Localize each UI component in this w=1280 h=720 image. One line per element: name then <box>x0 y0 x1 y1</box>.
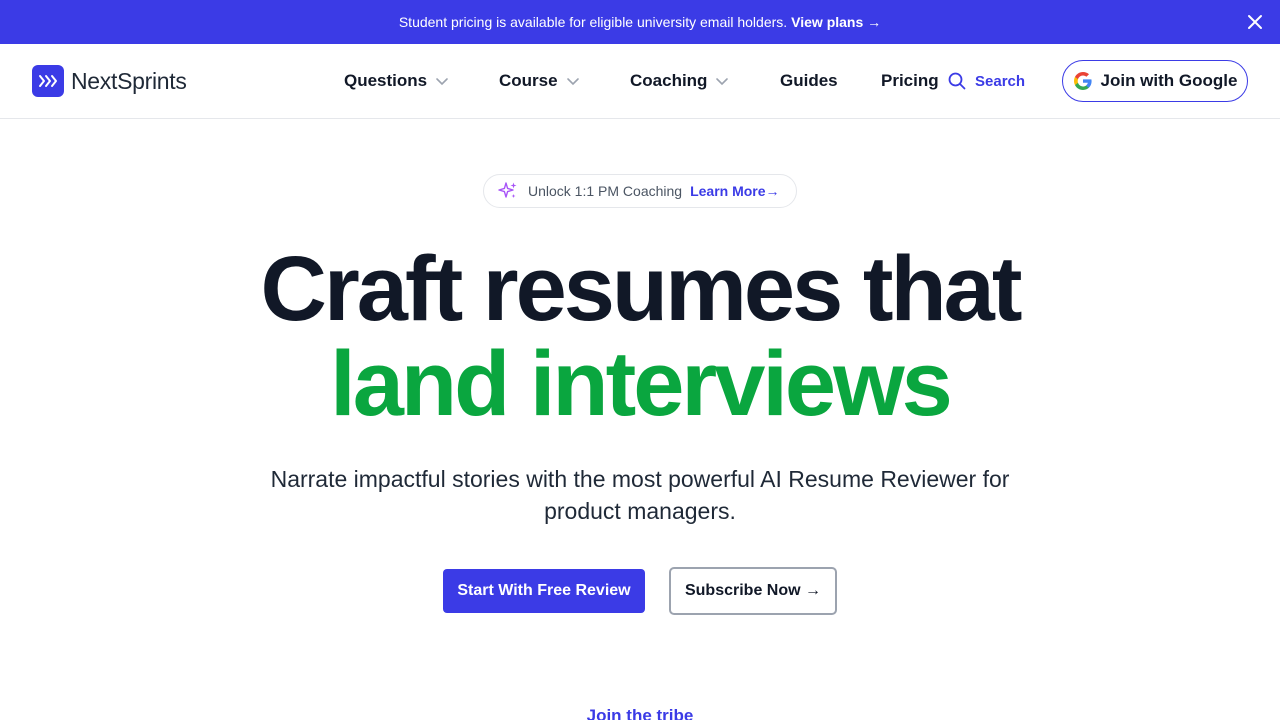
nav-item-coaching[interactable]: Coaching <box>630 71 729 91</box>
search-button[interactable]: Search <box>948 72 1025 90</box>
sparkles-icon <box>498 182 517 198</box>
nav-item-label: Guides <box>780 71 838 90</box>
nav-item-guides[interactable]: Guides <box>780 71 838 91</box>
brand-name: NextSprints <box>71 67 187 94</box>
brand-logo[interactable]: NextSprints <box>32 65 187 97</box>
nav-item-label: Pricing <box>881 71 939 90</box>
nav-item-label: Course <box>499 71 558 90</box>
chevron-down-icon <box>566 78 579 86</box>
google-icon <box>1073 72 1092 90</box>
join-with-google-button[interactable]: Join with Google <box>1062 60 1248 102</box>
view-plans-link[interactable]: View plans → <box>791 14 881 30</box>
search-label: Search <box>975 72 1026 90</box>
learn-more-link[interactable]: Learn More→ <box>690 183 779 199</box>
google-button-label: Join with Google <box>1100 71 1238 90</box>
hero-subtitle: Narrate impactful stories with the most … <box>270 466 1010 524</box>
announcement-message: Student pricing is available for eligibl… <box>398 14 788 30</box>
nav-item-questions[interactable]: Questions <box>344 71 449 91</box>
coaching-pill: Unlock 1:1 PM Coaching Learn More→ <box>483 174 797 208</box>
top-navigation: NextSprints Questions Course Coaching Gu… <box>0 44 1280 119</box>
announcement-bar: Student pricing is available for eligibl… <box>0 0 1280 44</box>
nav-item-course[interactable]: Course <box>499 71 580 91</box>
start-free-review-button[interactable]: Start With Free Review <box>443 569 645 613</box>
search-icon <box>948 72 966 90</box>
join-the-tribe-link[interactable]: Join the tribe <box>0 706 1280 720</box>
chevron-down-icon <box>716 78 729 86</box>
logo-chevrons-icon <box>32 65 64 97</box>
hero-title-line2: land interviews <box>330 333 953 435</box>
subscribe-now-button[interactable]: Subscribe Now → <box>669 567 837 615</box>
pill-text: Unlock 1:1 PM Coaching <box>528 183 683 199</box>
nav-item-pricing[interactable]: Pricing <box>881 71 939 91</box>
nav-item-label: Questions <box>344 71 428 90</box>
close-icon[interactable] <box>1246 13 1264 31</box>
nav-item-label: Coaching <box>630 71 708 90</box>
chevron-down-icon <box>436 78 448 86</box>
hero-title-line1: Craft resumes that <box>260 238 1023 340</box>
